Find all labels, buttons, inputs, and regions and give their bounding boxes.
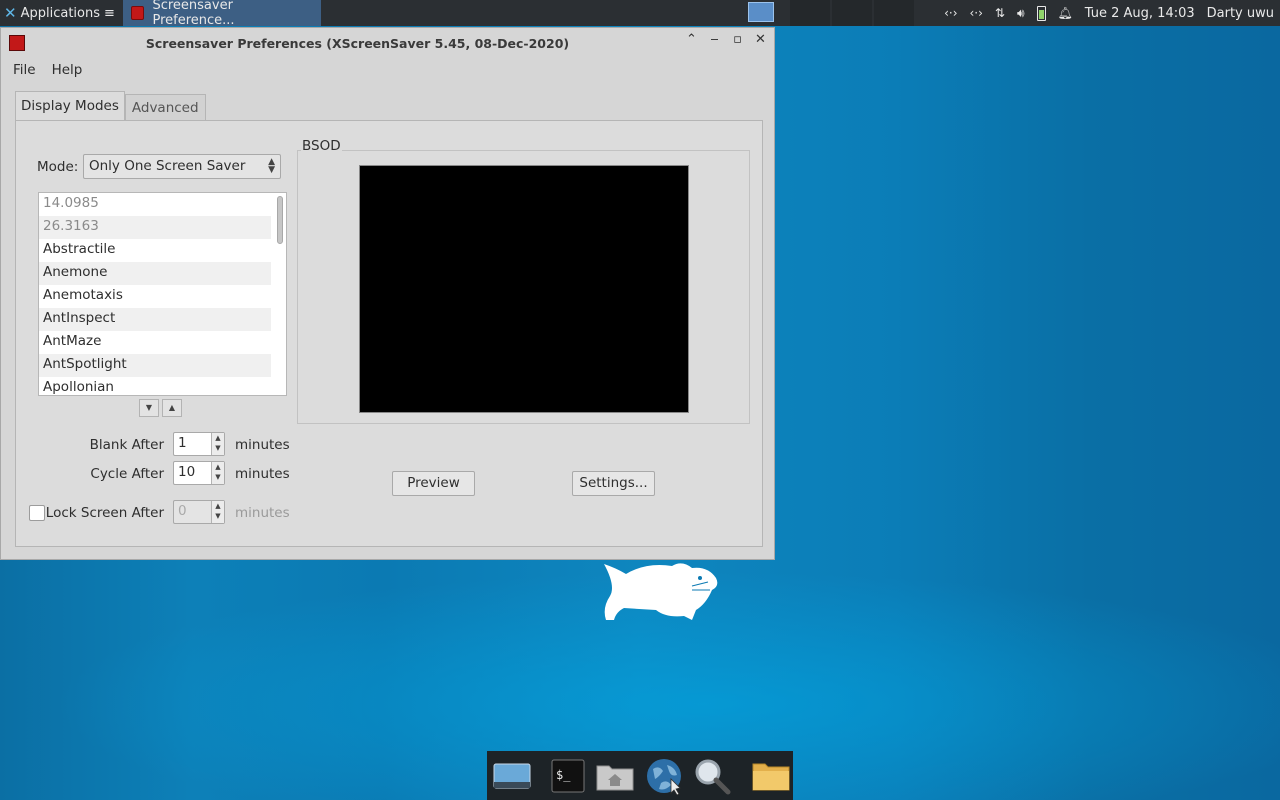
list-item[interactable]: AntInspect	[39, 308, 271, 331]
list-item[interactable]: 26.3163	[39, 216, 271, 239]
lock-screen-label: Lock Screen After	[45, 505, 164, 521]
cycle-after-spinner[interactable]: 10 ▲ ▼	[173, 461, 225, 485]
workspace-3[interactable]	[832, 0, 872, 26]
list-item[interactable]: Anemone	[39, 262, 271, 285]
clock[interactable]: Tue 2 Aug, 14:03	[1085, 6, 1195, 21]
lock-after-unit: minutes	[235, 505, 290, 521]
screensaver-list[interactable]: 14.0985 26.3163 Abstractile Anemone Anem…	[38, 192, 287, 396]
blank-after-unit: minutes	[235, 437, 290, 453]
preview-screen	[359, 165, 689, 413]
applications-menu-button[interactable]: ✕ Applications ≡	[0, 0, 119, 26]
prev-saver-button[interactable]: ▲	[162, 399, 182, 417]
settings-button[interactable]: Settings...	[572, 471, 655, 496]
user-name[interactable]: Darty uwu	[1207, 6, 1274, 21]
web-browser-icon[interactable]	[645, 756, 683, 796]
list-item[interactable]: Apollonian	[39, 377, 271, 395]
top-panel: ✕ Applications ≡ Screensaver Preference.…	[0, 0, 1280, 28]
cycle-after-unit: minutes	[235, 466, 290, 482]
taskbar-item-label: Screensaver Preference...	[152, 0, 235, 28]
network-icon[interactable]: ‹·›	[944, 6, 957, 20]
menu-icon: ≡	[104, 5, 115, 21]
spinner-arrows-icon: ▲ ▼	[211, 501, 224, 523]
network-2-icon[interactable]: ‹·›	[970, 6, 983, 20]
terminal-icon[interactable]: $_	[551, 756, 585, 796]
bottom-dock: $_	[487, 751, 793, 800]
list-item[interactable]: AntMaze	[39, 331, 271, 354]
menu-file[interactable]: File	[7, 60, 42, 80]
select-arrows-icon: ▲ ▼	[268, 157, 275, 175]
tab-display-modes[interactable]: Display Modes	[15, 91, 125, 122]
list-scrollbar[interactable]	[277, 196, 283, 244]
xfce-logo-icon: ✕	[4, 4, 17, 22]
system-tray: ‹·› ‹·› ⇅ 🔊︎ 🔔︎ Tue 2 Aug, 14:03 Darty u…	[944, 0, 1280, 26]
shade-icon[interactable]: ⌃	[684, 32, 699, 47]
maximize-icon[interactable]: ▫	[730, 32, 745, 47]
menu-help[interactable]: Help	[46, 60, 89, 80]
close-icon[interactable]: ✕	[753, 32, 768, 47]
lock-after-spinner: 0 ▲ ▼	[173, 500, 225, 524]
next-saver-button[interactable]: ▼	[139, 399, 159, 417]
preview-title: BSOD	[301, 138, 342, 154]
battery-icon[interactable]	[1036, 5, 1046, 21]
lock-after-value: 0	[178, 503, 187, 519]
svg-text:$_: $_	[556, 768, 571, 782]
taskbar-item-screensaver[interactable]: Screensaver Preference...	[122, 0, 321, 28]
volume-icon[interactable]: 🔊︎	[1017, 6, 1025, 21]
applications-label: Applications	[20, 5, 100, 21]
mode-label: Mode:	[37, 159, 79, 175]
list-item[interactable]: 14.0985	[39, 193, 271, 216]
xfce-mouse-logo	[604, 563, 718, 620]
list-item[interactable]: AntSpotlight	[39, 354, 271, 377]
minimize-icon[interactable]: ‒	[707, 32, 722, 47]
tab-advanced[interactable]: Advanced	[124, 94, 206, 122]
tab-strip: Display Modes Advanced	[15, 91, 206, 122]
mode-select-value: Only One Screen Saver	[89, 158, 246, 174]
display-modes-panel: Mode: Only One Screen Saver ▲ ▼ 14.0985 2…	[15, 120, 763, 547]
screensaver-app-icon	[130, 6, 145, 20]
menubar: File Help	[1, 58, 774, 82]
blank-after-value: 1	[178, 435, 187, 451]
workspace-1-active[interactable]	[748, 2, 774, 22]
preview-button[interactable]: Preview	[392, 471, 475, 496]
transfer-arrows-icon[interactable]: ⇅	[995, 6, 1005, 20]
spinner-arrows-icon[interactable]: ▲ ▼	[211, 462, 224, 484]
workspace-4[interactable]	[874, 0, 914, 26]
workspace-2[interactable]	[790, 0, 830, 26]
home-folder-icon[interactable]	[595, 756, 635, 796]
window-title: Screensaver Preferences (XScreenSaver 5.…	[145, 35, 570, 51]
list-item[interactable]: Anemotaxis	[39, 285, 271, 308]
screensaver-preferences-window: Screensaver Preferences (XScreenSaver 5.…	[0, 27, 775, 560]
spinner-arrows-icon[interactable]: ▲ ▼	[211, 433, 224, 455]
window-titlebar[interactable]: Screensaver Preferences (XScreenSaver 5.…	[1, 28, 774, 58]
blank-after-spinner[interactable]: 1 ▲ ▼	[173, 432, 225, 456]
blank-after-label: Blank After	[89, 437, 164, 453]
cycle-after-value: 10	[178, 464, 196, 480]
folder-icon[interactable]	[751, 756, 791, 796]
search-icon[interactable]	[693, 756, 731, 796]
cycle-after-label: Cycle After	[90, 466, 164, 482]
list-item[interactable]: Abstractile	[39, 239, 271, 262]
show-desktop-icon[interactable]	[493, 756, 531, 796]
mode-select[interactable]: Only One Screen Saver ▲ ▼	[83, 154, 281, 179]
notification-bell-icon[interactable]: 🔔︎	[1058, 6, 1073, 20]
